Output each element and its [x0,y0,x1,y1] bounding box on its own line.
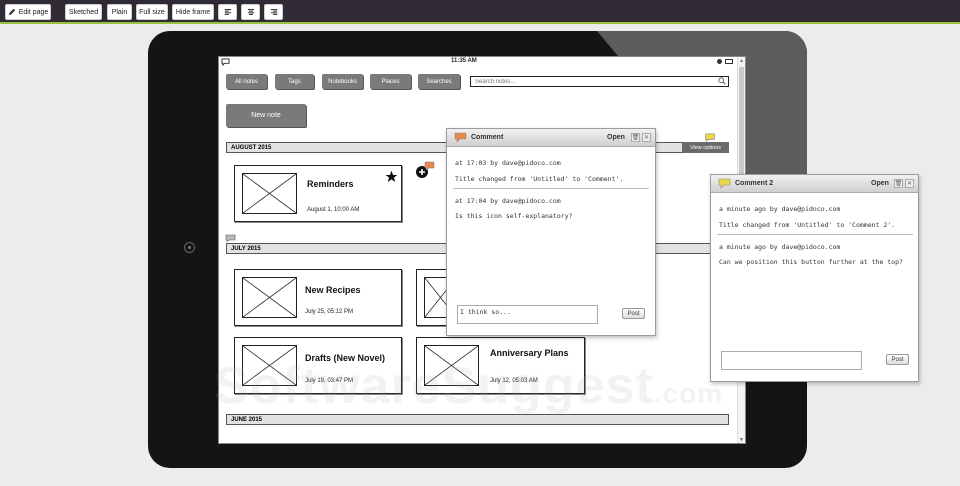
battery-icon [725,59,733,64]
nav-places[interactable]: Places [370,74,411,89]
comment-text: Title changed from 'Untitled' to 'Commen… [455,175,624,183]
reply-textarea[interactable] [721,351,862,370]
image-placeholder [242,277,297,318]
comment-header[interactable]: Comment Open 🗑 ✕ [447,129,655,147]
nav-tags[interactable]: Tags [275,74,314,89]
comment-popup-2: Comment 2 Open 🗑 ✕ a minute ago by dave@… [710,174,919,382]
trash-icon[interactable]: 🗑 [631,133,640,142]
status-time: 11:35 AM [451,58,477,64]
scroll-up-icon[interactable]: ▲ [739,58,744,64]
post-button[interactable]: Post [886,354,909,365]
align-center-icon [247,9,254,15]
edit-page-button[interactable]: Edit page [5,4,51,20]
scroll-down-icon[interactable]: ▼ [739,437,744,443]
note-card-new-recipes[interactable]: New Recipes July 25, 05:12 PM [234,269,402,326]
comment-text: Title changed from 'Untitled' to 'Commen… [719,221,896,229]
align-right-button[interactable] [264,4,283,20]
full-size-button[interactable]: Full size [136,4,168,20]
new-note-button[interactable]: New note [226,104,306,127]
search-input[interactable] [470,76,729,87]
image-placeholder [242,173,297,214]
star-icon[interactable] [385,170,398,183]
comment-bubble-icon[interactable] [704,133,716,142]
divider [453,188,649,189]
divider [717,234,913,235]
comment-popup: Comment Open 🗑 ✕ at 17:03 by dave@pidoco… [446,128,656,336]
close-icon[interactable]: ✕ [642,133,651,142]
wifi-icon [717,59,722,64]
comment-meta: at 17:04 by dave@pidoco.com [455,197,561,205]
align-left-icon [224,9,231,15]
view-options-button[interactable]: View options [682,142,729,153]
add-comment-icon[interactable] [415,161,435,179]
post-button[interactable]: Post [622,308,645,319]
nav-searches[interactable]: Searches [418,74,460,89]
open-link[interactable]: Open [607,134,625,141]
open-link[interactable]: Open [871,180,889,187]
align-left-button[interactable] [218,4,237,20]
comment-marker-icon[interactable] [225,234,236,242]
trash-icon[interactable]: 🗑 [894,179,903,188]
comment-header[interactable]: Comment 2 Open 🗑 ✕ [711,175,918,193]
comment-text: Can we position this button further at t… [719,258,903,266]
nav-all-notes[interactable]: All notes [226,74,267,89]
plain-button[interactable]: Plain [107,4,132,20]
reply-textarea[interactable] [457,305,598,324]
comment-bubble-icon [718,178,731,189]
search-icon[interactable] [718,77,726,85]
comment-text: Is this icon self-explanatory? [455,212,573,220]
sketched-button[interactable]: Sketched [65,4,102,20]
comment-marker-icon[interactable] [221,58,230,66]
comment-title: Comment 2 [735,180,774,187]
comment-title: Comment [471,134,504,141]
close-icon[interactable]: ✕ [905,179,914,188]
align-center-button[interactable] [241,4,260,20]
note-date: August 1, 10:00 AM [307,207,360,213]
comment-meta: a minute ago by dave@pidoco.com [719,243,841,251]
top-toolbar: Edit page Sketched Plain Full size Hide … [0,0,960,24]
nav-notebooks[interactable]: Notebooks [322,74,363,89]
align-right-icon [270,9,277,15]
comment-meta: a minute ago by dave@pidoco.com [719,205,841,213]
note-date: July 25, 05:12 PM [305,309,354,315]
home-button[interactable] [184,242,195,253]
watermark: SoftwareSuggest.com [214,357,724,415]
note-title: New Recipes [305,285,361,295]
note-title: Reminders [307,179,354,189]
note-card-reminders[interactable]: Reminders August 1, 10:00 AM [234,165,402,222]
comment-bubble-icon [454,132,467,143]
pencil-icon [8,8,15,16]
status-bar: 11:35 AM [219,57,739,67]
hide-frame-button[interactable]: Hide frame [172,4,214,20]
comment-meta: at 17:03 by dave@pidoco.com [455,159,561,167]
